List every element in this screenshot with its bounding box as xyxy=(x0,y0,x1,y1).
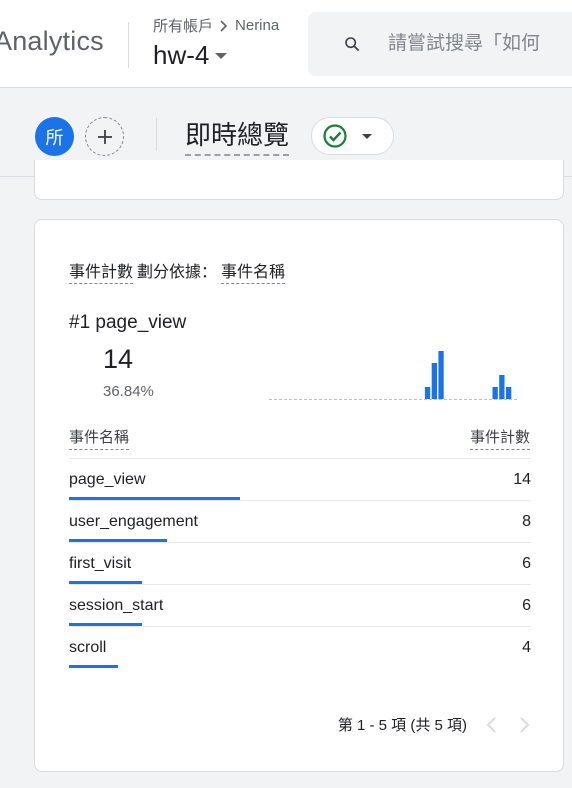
table-row[interactable]: user_engagement 8 xyxy=(69,500,531,542)
event-count: 6 xyxy=(522,597,531,614)
event-count: 8 xyxy=(522,513,531,530)
breadcrumb[interactable]: 所有帳戶 Nerina xyxy=(153,15,279,36)
search-icon xyxy=(345,37,360,52)
top-rank: #1 xyxy=(69,312,91,333)
subheader-divider xyxy=(156,118,157,151)
table-row[interactable]: session_start 6 xyxy=(69,584,531,626)
table-row[interactable]: first_visit 6 xyxy=(69,542,531,584)
page-title: 即時總覽 xyxy=(185,115,290,156)
event-count: 6 xyxy=(522,555,531,572)
top-name: page_view xyxy=(95,312,187,333)
metric-label[interactable]: 事件計數 xyxy=(69,258,134,284)
event-count: 14 xyxy=(513,471,531,488)
column-header-event-name[interactable]: 事件名稱 xyxy=(69,426,130,450)
caret-down-icon xyxy=(215,52,228,59)
plus-icon xyxy=(97,129,112,144)
previous-card xyxy=(34,160,564,200)
pagination: 第 1 - 5 項 (共 5 項) xyxy=(338,714,531,735)
breadcrumb-account[interactable]: 所有帳戶 xyxy=(153,15,213,36)
top-percent: 36.84% xyxy=(103,383,154,400)
card-header: 事件計數 劃分依據： 事件名稱 xyxy=(69,258,286,284)
property-selector[interactable]: hw-4 xyxy=(153,40,228,71)
status-chip[interactable] xyxy=(311,117,394,155)
sparkline-bar xyxy=(431,363,437,399)
property-name: hw-4 xyxy=(153,40,210,70)
event-name: page_view xyxy=(69,471,146,488)
dimension-prefix: 劃分依據： xyxy=(137,264,218,281)
search-input[interactable] xyxy=(388,33,572,55)
chevron-left-icon[interactable] xyxy=(485,716,499,734)
column-header-event-count[interactable]: 事件計數 xyxy=(469,426,530,450)
search-bar[interactable] xyxy=(308,12,572,76)
sparkline-bar xyxy=(499,375,505,399)
caret-down-icon xyxy=(362,133,372,139)
sparkline-bar xyxy=(424,387,431,399)
pagination-text: 第 1 - 5 項 (共 5 項) xyxy=(337,717,467,734)
event-count-card: 事件計數 劃分依據： 事件名稱 #1 page_view 14 36.84% 事… xyxy=(34,219,564,772)
add-comparison-button[interactable] xyxy=(85,117,124,156)
breadcrumb-sub[interactable]: Nerina xyxy=(235,17,279,34)
event-name: session_start xyxy=(69,597,164,614)
chevron-right-icon[interactable] xyxy=(517,716,531,734)
event-table: page_view 14 user_engagement 8 first_visit 6 s… xyxy=(69,458,531,668)
sparkline-chart xyxy=(269,351,519,400)
table-row[interactable]: scroll 4 xyxy=(69,626,531,668)
top-bar: Analytics 所有帳戶 Nerina hw-4 xyxy=(0,0,572,88)
event-name: user_engagement xyxy=(69,513,198,530)
row-share-bar xyxy=(69,665,118,668)
avatar[interactable]: 所 xyxy=(35,117,74,156)
product-name[interactable]: Analytics xyxy=(0,26,104,57)
table-row[interactable]: page_view 14 xyxy=(69,458,531,500)
chevron-right-icon xyxy=(220,19,228,32)
event-name: scroll xyxy=(69,639,107,656)
header-divider xyxy=(128,22,129,68)
sparkline-bar xyxy=(438,351,444,399)
sparkline-bar xyxy=(506,387,512,399)
event-count: 4 xyxy=(522,639,531,656)
dimension-label[interactable]: 事件名稱 xyxy=(221,258,286,284)
top-value: 14 xyxy=(103,344,134,374)
event-name: first_visit xyxy=(69,555,132,572)
sparkline-bar xyxy=(492,387,498,399)
check-circle-icon xyxy=(323,124,347,148)
top-item-heading: #1 page_view xyxy=(69,312,186,334)
